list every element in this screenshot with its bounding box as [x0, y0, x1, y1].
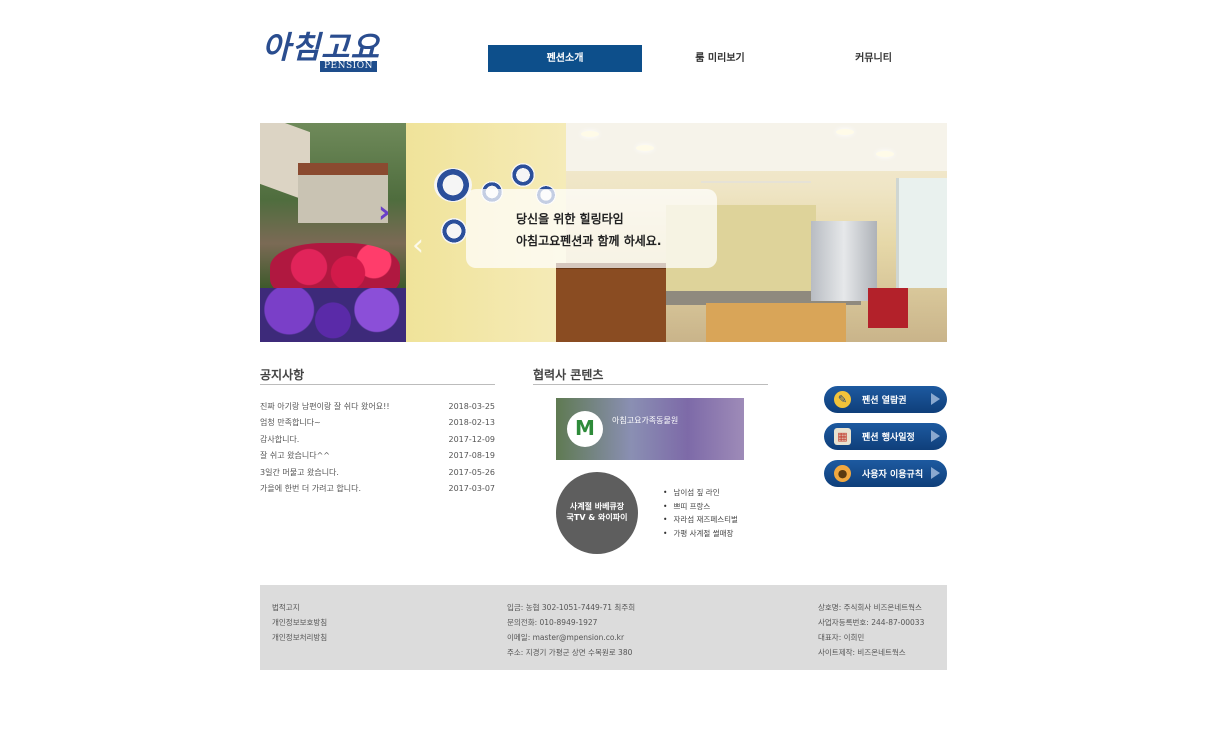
- list-item[interactable]: 가을에 한번 더 가려고 합니다. 2017-03-07: [260, 481, 495, 497]
- list-item[interactable]: 감사합니다. 2017-12-09: [260, 432, 495, 448]
- pencil-icon: ✎: [834, 391, 851, 408]
- notice-title: 공지사항: [260, 366, 495, 385]
- nav-room-preview[interactable]: 룸 미리보기: [643, 45, 797, 72]
- arrow-right-icon: [931, 467, 940, 479]
- hero-caption: 당신을 위한 힐링타임 아침고요펜션과 함께 하세요.: [466, 189, 717, 268]
- footer-contact: 입금: 농협 302-1051-7449-71 최주희 문의전화: 010-89…: [507, 603, 636, 657]
- hero-slider: › ‹ 당신을 위한 힐링타임 아침고요펜션과 함께 하세요.: [260, 123, 947, 342]
- footer-links: 법적고지 개인정보보호방침 개인정보처리방침: [272, 600, 327, 645]
- nearby-attractions-list: 남이섬 짚 라인 쁘띠 프랑스 자라섬 재즈페스티벌 가평 사계절 썰매장: [663, 486, 738, 541]
- main-nav: 펜션소개 룸 미리보기 커뮤니티: [488, 45, 950, 72]
- notice-section: 공지사항 진짜 아기랑 남편이랑 잘 쉬다 왔어요!! 2018-03-25 엄청…: [260, 366, 495, 497]
- footer-company-info: 상호명: 주식회사 비즈온네트웍스 사업자등록번호: 244-87-00033 …: [818, 603, 925, 657]
- notice-list: 진짜 아기랑 남편이랑 잘 쉬다 왔어요!! 2018-03-25 엄청 만족합니…: [260, 399, 495, 497]
- partner-banner-title: 아침고요가족동물원: [612, 416, 679, 425]
- slider-prev-icon[interactable]: ‹: [412, 228, 424, 263]
- list-item[interactable]: 진짜 아기랑 남편이랑 잘 쉬다 왔어요!! 2018-03-25: [260, 399, 495, 415]
- list-item: 쁘띠 프랑스: [663, 500, 738, 514]
- footer-link-legal[interactable]: 법적고지: [272, 600, 327, 615]
- footer-link-privacy[interactable]: 개인정보보호방침: [272, 615, 327, 630]
- partner-banner[interactable]: M 아침고요가족동물원: [556, 398, 744, 460]
- partner-title: 협력사 콘텐츠: [533, 366, 768, 385]
- arrow-right-icon: [931, 430, 940, 442]
- logo[interactable]: 아침고요 PENSION: [262, 30, 384, 74]
- list-item: 가평 사계절 썰매장: [663, 527, 738, 541]
- pension-pass-button[interactable]: ✎ 펜션 열람권: [824, 386, 947, 413]
- facilities-badge: 사계절 바베큐장 국TV & 와이파이: [556, 472, 638, 554]
- list-item[interactable]: 3일간 머물고 왔습니다. 2017-05-26: [260, 465, 495, 481]
- pension-events-button[interactable]: ▦ 펜션 행사일정: [824, 423, 947, 450]
- zoo-logo-icon: M: [575, 416, 595, 440]
- nav-pension-intro[interactable]: 펜션소개: [488, 45, 642, 72]
- hero-caption-line2: 아침고요펜션과 함께 하세요.: [516, 234, 662, 248]
- page: 아침고요 PENSION 펜션소개 룸 미리보기 커뮤니티 › ‹ 당신을 위한…: [0, 0, 1208, 732]
- hero-caption-line1: 당신을 위한 힐링타임: [516, 212, 624, 226]
- slider-next-icon[interactable]: ›: [378, 195, 390, 230]
- calendar-icon: ▦: [834, 428, 851, 445]
- arrow-right-icon: [931, 393, 940, 405]
- list-item: 남이섬 짚 라인: [663, 486, 738, 500]
- footer: 법적고지 개인정보보호방침 개인정보처리방침 입금: 농협 302-1051-7…: [260, 585, 947, 670]
- partner-section: 협력사 콘텐츠 M 아침고요가족동물원 사계절 바베큐장 국TV & 와이파이 …: [533, 366, 768, 554]
- logo-sub: PENSION: [320, 61, 377, 72]
- footer-link-privacy-processing[interactable]: 개인정보처리방침: [272, 630, 327, 645]
- user-icon: ●: [834, 465, 851, 482]
- hero-prev-slide-image: ›: [260, 123, 406, 342]
- user-rules-button[interactable]: ● 사용자 이용규칙: [824, 460, 947, 487]
- list-item[interactable]: 엄청 만족합니다~ 2018-02-13: [260, 415, 495, 431]
- list-item: 자라섬 재즈페스티벌: [663, 513, 737, 527]
- nav-community[interactable]: 커뮤니티: [797, 45, 950, 72]
- list-item[interactable]: 잘 쉬고 왔습니다^^ 2017-08-19: [260, 448, 495, 464]
